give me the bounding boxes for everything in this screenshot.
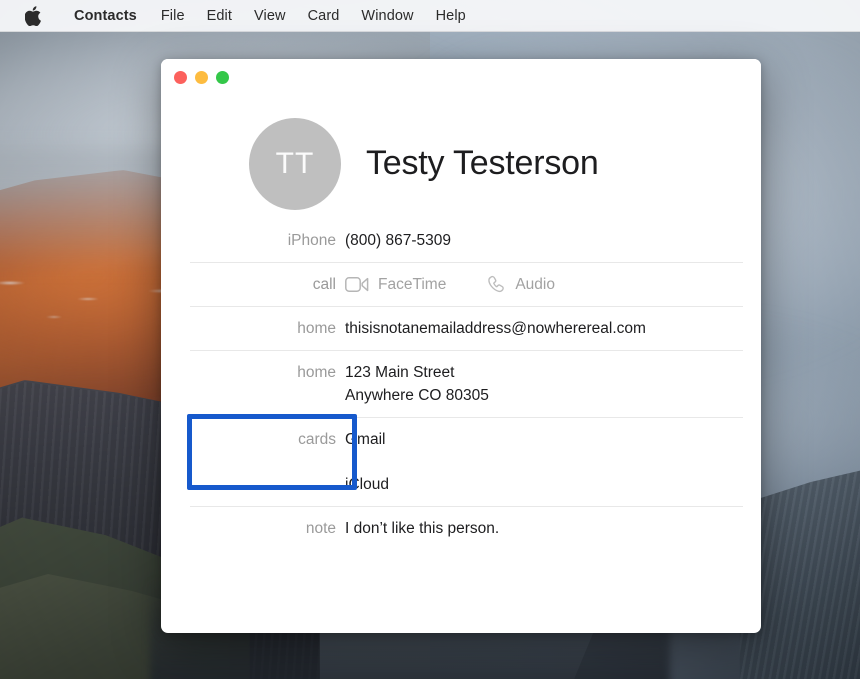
field-value-call: FaceTime Audio <box>345 273 743 296</box>
close-button[interactable] <box>174 70 187 84</box>
address-line-2: Anywhere CO 80305 <box>345 387 489 404</box>
field-label-cards: cards <box>298 431 336 448</box>
field-label-call: call <box>312 276 336 293</box>
minimize-button[interactable] <box>195 70 208 84</box>
contact-fields: iPhone (800) 867-5309 call FaceTime Audi… <box>161 219 761 550</box>
field-row-email: home thisisnotanemailaddress@nowherereal… <box>190 306 743 350</box>
card-source-gmail[interactable]: Gmail <box>345 428 743 451</box>
contacts-window: TT Testy Testerson iPhone (800) 867-5309… <box>161 59 761 633</box>
field-label-note: note <box>305 520 336 537</box>
menu-item-contacts[interactable]: Contacts <box>61 0 150 32</box>
phone-handset-icon <box>484 274 506 296</box>
window-titlebar[interactable] <box>161 59 761 95</box>
field-row-cards: cards Gmail iCloud <box>187 414 743 506</box>
apple-logo-icon[interactable] <box>24 5 41 26</box>
video-camera-icon <box>345 277 369 292</box>
card-source-icloud[interactable]: iCloud <box>345 473 743 496</box>
traffic-lights <box>174 70 229 84</box>
contact-card: TT Testy Testerson iPhone (800) 867-5309… <box>161 95 761 550</box>
field-label-address: home <box>297 364 336 381</box>
field-value-email[interactable]: thisisnotanemailaddress@nowherereal.com <box>345 317 743 340</box>
contact-header: TT Testy Testerson <box>161 95 761 219</box>
menu-item-view[interactable]: View <box>243 0 297 32</box>
facetime-button[interactable]: FaceTime <box>345 273 446 296</box>
field-label-email: home <box>297 320 336 337</box>
field-row-address: home 123 Main Street Anywhere CO 80305 <box>190 350 743 417</box>
field-row-note: note I don’t like this person. <box>190 506 743 550</box>
menu-item-help[interactable]: Help <box>425 0 477 32</box>
avatar[interactable]: TT <box>249 117 341 210</box>
field-value-phone[interactable]: (800) 867-5309 <box>345 229 743 252</box>
field-value-address[interactable]: 123 Main Street Anywhere CO 80305 <box>345 361 743 407</box>
avatar-initials: TT <box>275 146 315 180</box>
cards-highlight-box <box>187 414 357 490</box>
address-line-1: 123 Main Street <box>345 364 455 381</box>
audio-call-button[interactable]: Audio <box>484 273 555 296</box>
zoom-button[interactable] <box>216 70 229 84</box>
menu-item-file[interactable]: File <box>150 0 196 32</box>
menu-item-window[interactable]: Window <box>350 0 424 32</box>
menu-item-edit[interactable]: Edit <box>196 0 243 32</box>
field-row-call: call FaceTime Audio <box>190 262 743 306</box>
audio-label: Audio <box>515 276 555 293</box>
call-actions: FaceTime Audio <box>345 273 743 296</box>
field-label-phone: iPhone <box>287 232 336 249</box>
menu-bar: Contacts File Edit View Card Window Help <box>0 0 860 32</box>
contact-name: Testy Testerson <box>366 144 599 182</box>
facetime-label: FaceTime <box>378 276 447 293</box>
field-value-cards[interactable]: Gmail iCloud <box>345 428 743 496</box>
menu-item-card[interactable]: Card <box>297 0 351 32</box>
field-row-phone: iPhone (800) 867-5309 <box>190 219 743 262</box>
field-value-note[interactable]: I don’t like this person. <box>345 517 743 540</box>
